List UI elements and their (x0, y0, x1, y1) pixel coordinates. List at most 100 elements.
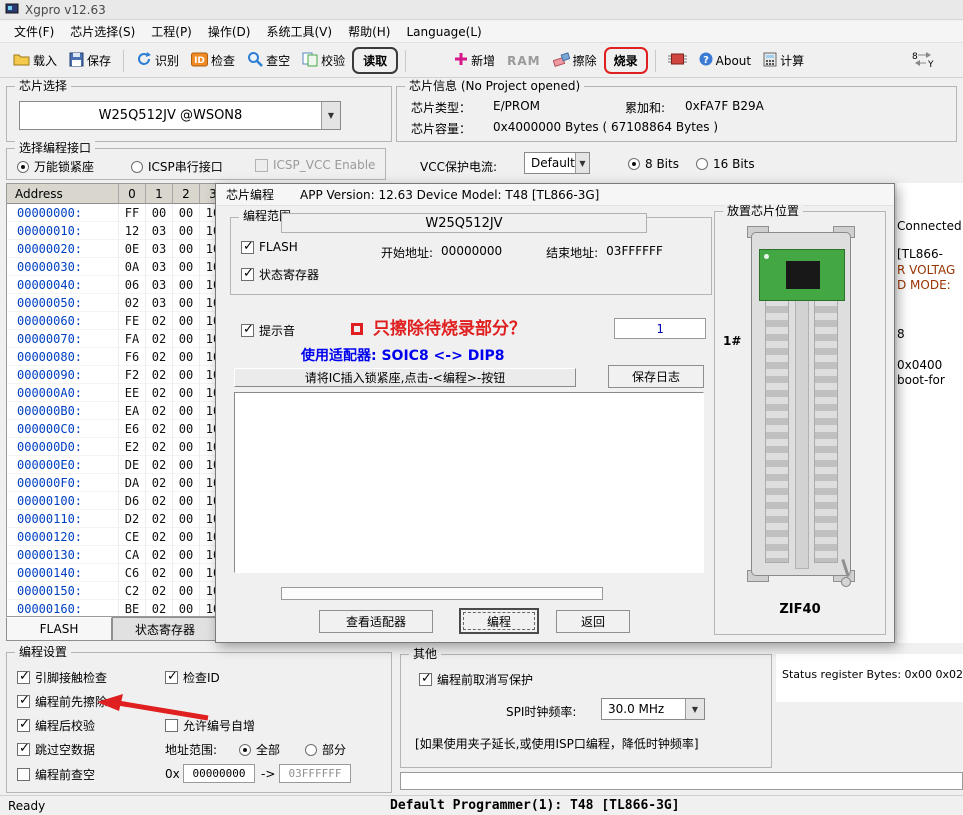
program-button[interactable]: 烧录 (604, 47, 648, 74)
erase-button[interactable]: 擦除 (548, 49, 602, 73)
hex-byte-cell[interactable]: 03 (146, 222, 173, 240)
hex-byte-cell[interactable]: 03 (146, 276, 173, 294)
verify-button[interactable]: 校验 (297, 49, 350, 73)
hex-address-cell[interactable]: 000000F0: (7, 474, 119, 492)
hex-byte-cell[interactable]: 02 (146, 492, 173, 510)
hex-address-cell[interactable]: 00000050: (7, 294, 119, 312)
spi-clock-combobox[interactable]: 30.0 MHz ▼ (601, 698, 705, 720)
hex-address-cell[interactable]: 000000A0: (7, 384, 119, 402)
hex-address-cell[interactable]: 00000130: (7, 546, 119, 564)
hex-byte-cell[interactable]: CE (119, 528, 146, 546)
bits8-radio-option[interactable]: 8 Bits (628, 157, 679, 171)
range-start-field[interactable]: 00000000 (183, 764, 255, 783)
read-button[interactable]: 读取 (352, 47, 398, 74)
dialog-log-list[interactable] (234, 392, 704, 573)
hex-byte-cell[interactable]: 12 (119, 222, 146, 240)
hex-byte-cell[interactable]: 02 (146, 528, 173, 546)
hex-byte-cell[interactable]: BE (119, 600, 146, 617)
tab-flash[interactable]: FLASH (6, 617, 112, 641)
hex-byte-cell[interactable]: 02 (146, 366, 173, 384)
hex-byte-cell[interactable]: 02 (146, 600, 173, 617)
hex-byte-cell[interactable]: 0A (119, 258, 146, 276)
hex-address-cell[interactable]: 00000150: (7, 582, 119, 600)
range-all-radio[interactable] (239, 744, 251, 756)
calculator-button[interactable]: 计算 (758, 49, 809, 73)
check-id-button[interactable]: ID 检查 (186, 49, 240, 73)
hex-byte-cell[interactable]: 00 (173, 222, 200, 240)
hex-byte-cell[interactable]: D2 (119, 510, 146, 528)
blank-before-option[interactable]: 编程前查空 (17, 766, 95, 783)
socket-radio-option[interactable]: 万能锁紧座 (17, 158, 94, 175)
beep-checkbox[interactable] (241, 324, 254, 337)
hex-byte-cell[interactable]: 02 (146, 510, 173, 528)
hex-byte-cell[interactable]: 00 (173, 582, 200, 600)
range-part-option[interactable]: 部分 (305, 741, 346, 758)
hex-byte-cell[interactable]: 00 (173, 546, 200, 564)
flash-option[interactable]: FLASH (241, 240, 298, 254)
hex-byte-cell[interactable]: 02 (146, 456, 173, 474)
blank-before-checkbox[interactable] (17, 768, 30, 781)
hex-byte-cell[interactable]: 00 (173, 438, 200, 456)
hex-byte-cell[interactable]: 00 (173, 456, 200, 474)
bits16-radio-option[interactable]: 16 Bits (696, 157, 755, 171)
hex-byte-cell[interactable]: 00 (173, 474, 200, 492)
hex-byte-cell[interactable]: DA (119, 474, 146, 492)
bits8-radio[interactable] (628, 158, 640, 170)
hex-byte-cell[interactable]: 00 (173, 528, 200, 546)
hex-address-cell[interactable]: 00000140: (7, 564, 119, 582)
bits16-radio[interactable] (696, 158, 708, 170)
flash-checkbox[interactable] (241, 241, 254, 254)
hex-address-cell[interactable]: 00000100: (7, 492, 119, 510)
hex-byte-cell[interactable]: E2 (119, 438, 146, 456)
byte-swap-button[interactable]: 8Y (905, 47, 941, 74)
menu-item[interactable]: 文件(F) (6, 20, 62, 43)
hex-byte-cell[interactable]: F2 (119, 366, 146, 384)
save-button[interactable]: 保存 (64, 49, 116, 73)
skip-blank-checkbox[interactable] (17, 743, 30, 756)
hex-address-cell[interactable]: 00000010: (7, 222, 119, 240)
hex-byte-cell[interactable]: 02 (146, 384, 173, 402)
hex-byte-cell[interactable]: 02 (119, 294, 146, 312)
unprotect-checkbox[interactable] (419, 673, 432, 686)
icsp-vcc-checkbox[interactable] (255, 159, 268, 172)
hex-address-cell[interactable]: 00000060: (7, 312, 119, 330)
blank-check-button[interactable]: 查空 (242, 48, 295, 73)
hex-byte-cell[interactable]: 02 (146, 420, 173, 438)
icsp-radio[interactable] (131, 161, 143, 173)
hex-byte-cell[interactable]: 00 (173, 348, 200, 366)
hex-byte-cell[interactable]: 00 (173, 312, 200, 330)
hex-address-cell[interactable]: 00000070: (7, 330, 119, 348)
check-id-option[interactable]: 检查ID (165, 669, 220, 686)
hex-byte-cell[interactable]: FA (119, 330, 146, 348)
hex-byte-cell[interactable]: 00 (173, 294, 200, 312)
hex-address-cell[interactable]: 000000D0: (7, 438, 119, 456)
status-register-checkbox[interactable] (241, 268, 254, 281)
hex-byte-cell[interactable]: EE (119, 384, 146, 402)
hex-byte-cell[interactable]: 00 (173, 492, 200, 510)
hex-address-cell[interactable]: 00000160: (7, 600, 119, 617)
hex-byte-cell[interactable]: 00 (173, 204, 200, 222)
ic-tool-button[interactable] (663, 49, 692, 72)
range-all-option[interactable]: 全部 (239, 741, 280, 758)
hex-address-cell[interactable]: 000000B0: (7, 402, 119, 420)
hex-byte-cell[interactable]: 00 (173, 510, 200, 528)
hex-address-cell[interactable]: 00000020: (7, 240, 119, 258)
chip-select-combobox[interactable]: W25Q512JV @WSON8 ▼ (19, 101, 341, 130)
menu-item[interactable]: 芯片选择(S) (62, 20, 143, 43)
hex-address-cell[interactable]: 00000120: (7, 528, 119, 546)
hex-byte-cell[interactable]: 00 (173, 420, 200, 438)
menu-item[interactable]: 操作(D) (200, 20, 259, 43)
about-button[interactable]: ? About (694, 49, 756, 72)
chevron-down-icon[interactable]: ▼ (575, 153, 589, 173)
hex-byte-cell[interactable]: 00 (173, 564, 200, 582)
beep-option[interactable]: 提示音 (241, 322, 295, 339)
check-id-checkbox[interactable] (165, 671, 178, 684)
hex-byte-cell[interactable]: EA (119, 402, 146, 420)
hex-byte-cell[interactable]: 00 (173, 258, 200, 276)
skip-blank-option[interactable]: 跳过空数据 (17, 741, 95, 758)
hex-byte-cell[interactable]: C2 (119, 582, 146, 600)
socket-radio[interactable] (17, 161, 29, 173)
pin-check-checkbox[interactable] (17, 671, 30, 684)
ram-button[interactable]: RAM (502, 51, 545, 71)
hex-byte-cell[interactable]: 02 (146, 474, 173, 492)
